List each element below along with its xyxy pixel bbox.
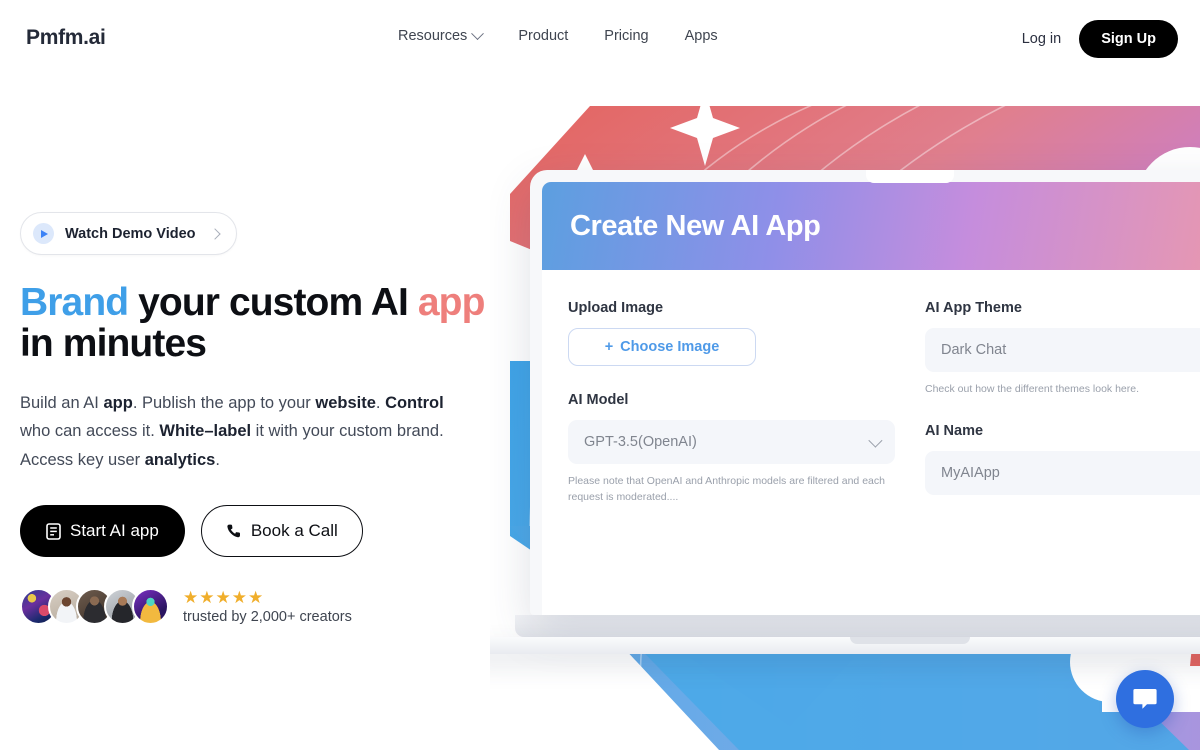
subcopy-b5: analytics (144, 450, 216, 469)
laptop-base (490, 637, 1200, 654)
upload-image-label: Upload Image (568, 300, 664, 316)
ai-app-theme-helper: Check out how the different themes look … (925, 383, 1140, 395)
login-link[interactable]: Log in (1022, 31, 1062, 47)
headline-word-app: app (417, 281, 486, 324)
form-column-right: AI App Theme Dark Chat Check out how the… (925, 300, 1200, 506)
subcopy-t2: . Publish the app to your (132, 393, 316, 412)
form-column-left: Upload Image + Choose Image AI Model GPT… (568, 300, 895, 506)
social-proof: ★★★★★ trusted by 2,000+ creators (20, 588, 490, 625)
subcopy-b1: app (103, 393, 133, 412)
star-rating-icon: ★★★★★ (183, 587, 265, 607)
ai-model-label: AI Model (568, 392, 629, 408)
ai-name-label: AI Name (925, 423, 984, 440)
hero-content: Watch Demo Video Brand your custom AI ap… (20, 212, 490, 625)
headline-line2: in minutes (20, 321, 207, 365)
play-icon (33, 223, 54, 244)
logo[interactable]: Pmfm.ai (26, 26, 106, 50)
cta-row: Start AI app Book a Call (20, 505, 490, 557)
plus-icon: + (604, 339, 614, 355)
subcopy-t6: . (215, 450, 220, 469)
nav-item-product[interactable]: Product (518, 28, 568, 44)
start-ai-app-label: Start AI app (70, 521, 159, 540)
laptop-base-notch (850, 637, 970, 644)
nav-item-apps[interactable]: Apps (685, 28, 718, 44)
nav-links: Resources Product Pricing Apps (398, 26, 718, 44)
laptop-lid-bottom (515, 615, 1200, 637)
subcopy-b4: White–label (159, 422, 252, 441)
document-icon (46, 522, 61, 540)
nav-item-resources[interactable]: Resources (398, 26, 485, 44)
subcopy-t4: who can access it. (20, 422, 160, 441)
ai-app-theme-label: AI App Theme (925, 300, 1022, 316)
avatar (132, 588, 169, 625)
laptop-notch (866, 170, 954, 183)
ai-model-helper: Please note that OpenAI and Anthropic mo… (568, 475, 885, 504)
nav-item-apps-label: Apps (684, 28, 718, 44)
avatar-group (20, 588, 169, 625)
subcopy-t1: Build an AI (20, 393, 104, 412)
book-a-call-label: Book a Call (250, 521, 338, 540)
app-header: Create New AI App (542, 182, 1200, 270)
signup-button[interactable]: Sign Up (1079, 20, 1178, 58)
chevron-right-icon (208, 227, 221, 240)
ai-model-value: GPT-3.5(OpenAI) (584, 434, 697, 450)
phone-icon (226, 523, 242, 539)
chevron-down-icon (471, 26, 485, 40)
chat-bubble-icon (1133, 689, 1157, 709)
app-screen: Create New AI App Upload Image + Choose … (542, 182, 1200, 615)
subcopy-t3: . (375, 393, 386, 412)
ai-name-input[interactable]: MyAIApp (925, 451, 1200, 496)
app-form: Upload Image + Choose Image AI Model GPT… (542, 270, 1200, 506)
hero-illustration: Create New AI App Upload Image + Choose … (490, 0, 1200, 750)
laptop-mockup: Create New AI App Upload Image + Choose … (490, 170, 1200, 654)
headline-mid: your custom AI (128, 281, 418, 324)
landing-page: Create New AI App Upload Image + Choose … (0, 0, 1200, 750)
ai-app-theme-value: Dark Chat (941, 342, 1007, 358)
ai-model-select[interactable]: GPT-3.5(OpenAI) (568, 420, 895, 464)
ai-app-theme-select[interactable]: Dark Chat (925, 328, 1200, 372)
choose-image-label: Choose Image (620, 339, 720, 355)
nav-actions: Log in Sign Up (1022, 20, 1178, 58)
page-title: Brand your custom AI app in minutes (20, 281, 490, 365)
rating-block: ★★★★★ trusted by 2,000+ creators (183, 589, 352, 625)
subcopy-b2: website (315, 393, 376, 412)
trusted-count-label: trusted by 2,000+ creators (183, 608, 352, 625)
nav-item-resources-label: Resources (398, 28, 468, 44)
start-ai-app-button[interactable]: Start AI app (20, 505, 185, 557)
choose-image-button[interactable]: + Choose Image (568, 328, 756, 366)
headline-word-brand: Brand (20, 281, 129, 324)
top-navigation: Pmfm.ai Resources Product Pricing Apps L… (0, 0, 1200, 78)
laptop-screen-shell: Create New AI App Upload Image + Choose … (530, 170, 1200, 615)
chat-widget-button[interactable] (1116, 670, 1174, 728)
nav-item-product-label: Product (518, 28, 569, 44)
book-a-call-button[interactable]: Book a Call (200, 505, 363, 557)
ai-name-value: MyAIApp (941, 465, 1000, 482)
chevron-down-icon (868, 433, 883, 448)
watch-demo-video-label: Watch Demo Video (65, 225, 196, 242)
nav-item-pricing-label: Pricing (604, 28, 649, 44)
nav-item-pricing[interactable]: Pricing (604, 28, 648, 44)
app-title: Create New AI App (570, 209, 821, 242)
hero-subcopy: Build an AI app. Publish the app to your… (20, 389, 450, 474)
subcopy-b3: Control (385, 393, 444, 412)
watch-demo-video-button[interactable]: Watch Demo Video (20, 212, 237, 255)
